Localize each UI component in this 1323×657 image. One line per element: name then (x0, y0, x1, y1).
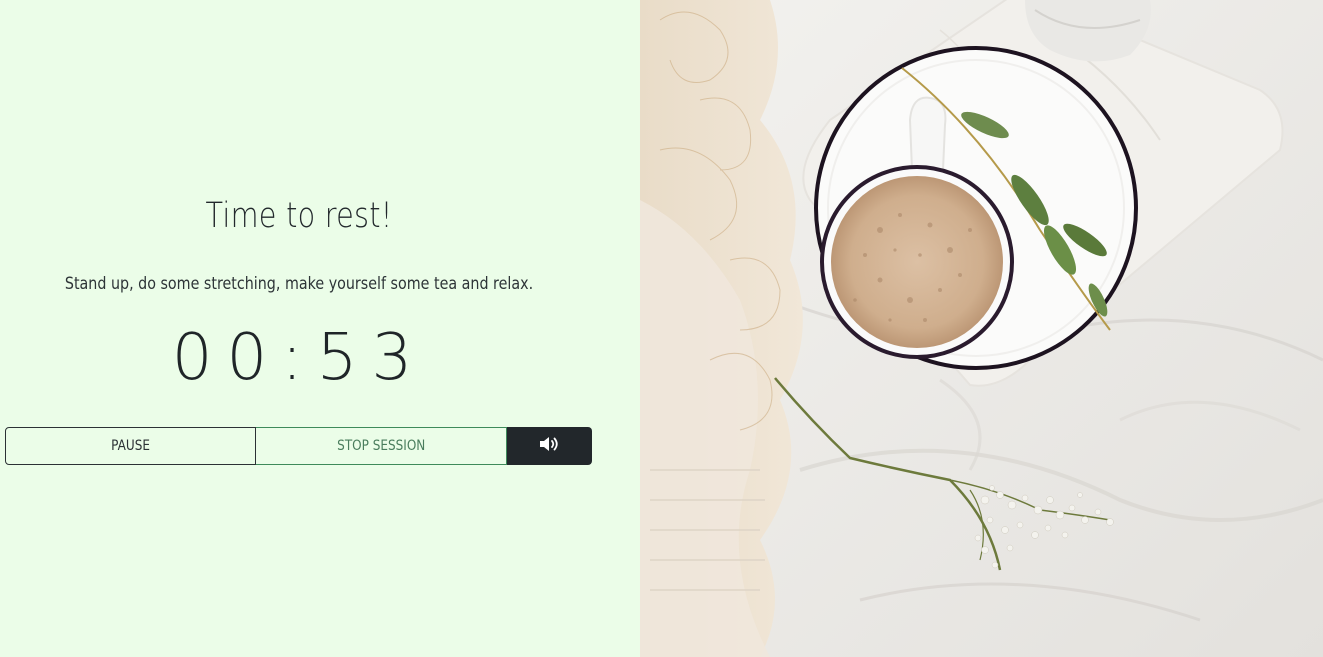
rest-panel: Time to rest! Stand up, do some stretchi… (0, 0, 640, 657)
hero-photo (640, 0, 1323, 657)
coffee-cup-on-bed-icon (640, 0, 1323, 657)
stop-session-button-label: STOP SESSION (336, 438, 426, 454)
timer-display: 00:53 (171, 321, 427, 395)
volume-up-icon (539, 435, 561, 457)
pause-button-label: PAUSE (111, 438, 150, 454)
countdown-timer: 00:53 (0, 326, 598, 390)
timer-controls: PAUSE STOP SESSION (5, 427, 592, 465)
stop-session-button[interactable]: STOP SESSION (256, 427, 507, 465)
pause-button[interactable]: PAUSE (5, 427, 256, 465)
page-title: Time to rest! (205, 196, 393, 236)
page: Time to rest! Stand up, do some stretchi… (0, 0, 1323, 657)
sound-toggle-button[interactable] (507, 427, 592, 465)
rest-instructions: Stand up, do some stretching, make yours… (64, 274, 534, 294)
